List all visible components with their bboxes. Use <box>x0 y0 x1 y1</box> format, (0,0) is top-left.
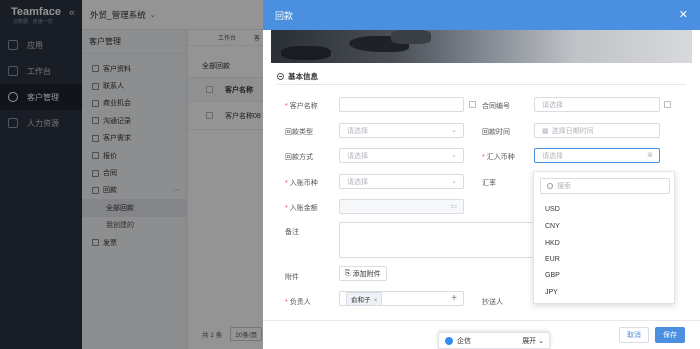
payment-type-select[interactable]: 请选择 ⌄ <box>339 123 464 138</box>
dropdown-search-input[interactable]: 搜索 <box>540 178 670 194</box>
cancel-button[interactable]: 取消 <box>619 327 649 343</box>
drawer-header: 回款 ✕ <box>263 0 700 30</box>
account-currency-label: * 入账币种 <box>285 180 318 187</box>
attachment-label: 附件 <box>285 274 299 281</box>
currency-option[interactable]: CNY <box>545 223 560 230</box>
section-title: 基本信息 <box>288 72 318 81</box>
close-icon[interactable]: ✕ <box>679 8 688 21</box>
currency-option[interactable]: GBP <box>545 272 560 279</box>
owner-label: * 负责人 <box>285 299 311 306</box>
owner-field[interactable]: 俞和子 × + <box>339 291 464 306</box>
section-header[interactable]: 基本信息 <box>277 71 318 82</box>
qixin-label: 企信 <box>457 337 471 345</box>
contract-no-field[interactable]: 请选择 <box>534 97 660 112</box>
lookup-icon[interactable] <box>664 101 671 108</box>
remark-label: 备注 <box>285 229 299 236</box>
chevron-down-icon: ⌄ <box>451 152 457 159</box>
chevron-down-icon: ⌄ <box>451 127 457 134</box>
customer-name-field[interactable] <box>339 97 464 112</box>
banner-image <box>271 30 692 63</box>
save-button[interactable]: 保存 <box>655 327 685 343</box>
collapse-icon <box>277 73 284 80</box>
remove-icon[interactable]: × <box>374 297 378 304</box>
currency-option[interactable]: EUR <box>545 256 560 263</box>
qixin-chat-bar[interactable]: 企信 展开 ⌄ <box>438 332 550 349</box>
cc-label: 抄送人 <box>482 299 503 306</box>
remit-currency-select[interactable]: 请选择 ⊗ <box>534 148 660 163</box>
currency-option[interactable]: USD <box>545 206 560 213</box>
currency-option[interactable]: HKD <box>545 240 560 247</box>
calendar-icon: ▦ <box>542 127 549 135</box>
customer-name-label: * 客户名称 <box>285 103 318 110</box>
chevron-down-icon: ⌄ <box>451 178 457 185</box>
account-currency-select[interactable]: 请选择 ⌄ <box>339 174 464 189</box>
search-icon <box>547 183 553 189</box>
owner-chip: 俞和子 × <box>346 291 383 306</box>
contract-no-label: 合同编号 <box>482 103 510 110</box>
lookup-icon[interactable] <box>469 101 476 108</box>
add-icon[interactable]: + <box>451 293 457 304</box>
remit-currency-label: * 汇入币种 <box>482 154 515 161</box>
payment-time-label: 回款时间 <box>482 129 510 136</box>
paperclip-icon: ⎘ <box>345 269 351 277</box>
add-attachment-button[interactable]: ⎘ 添加附件 <box>339 266 387 281</box>
drawer-title: 回款 <box>275 10 294 21</box>
currency-option[interactable]: JPY <box>545 289 558 296</box>
exchange-rate-label: 汇率 <box>482 180 496 187</box>
account-amount-field[interactable]: ▭ <box>339 199 464 214</box>
clear-icon: ⊗ <box>647 152 653 159</box>
currency-dropdown: 搜索 USD CNY HKD EUR GBP JPY <box>533 171 675 304</box>
expand-toggle[interactable]: 展开 ⌄ <box>522 336 544 346</box>
payment-type-label: 回款类型 <box>285 129 313 136</box>
chat-icon <box>445 336 453 345</box>
divider <box>277 84 686 85</box>
payment-method-select[interactable]: 请选择 ⌄ <box>339 148 464 163</box>
payment-method-label: 回款方式 <box>285 154 313 161</box>
account-amount-label: * 入账金额 <box>285 205 318 212</box>
calculator-icon: ▭ <box>450 203 457 210</box>
payment-time-picker[interactable]: ▦ 选择日期时间 <box>534 123 660 138</box>
